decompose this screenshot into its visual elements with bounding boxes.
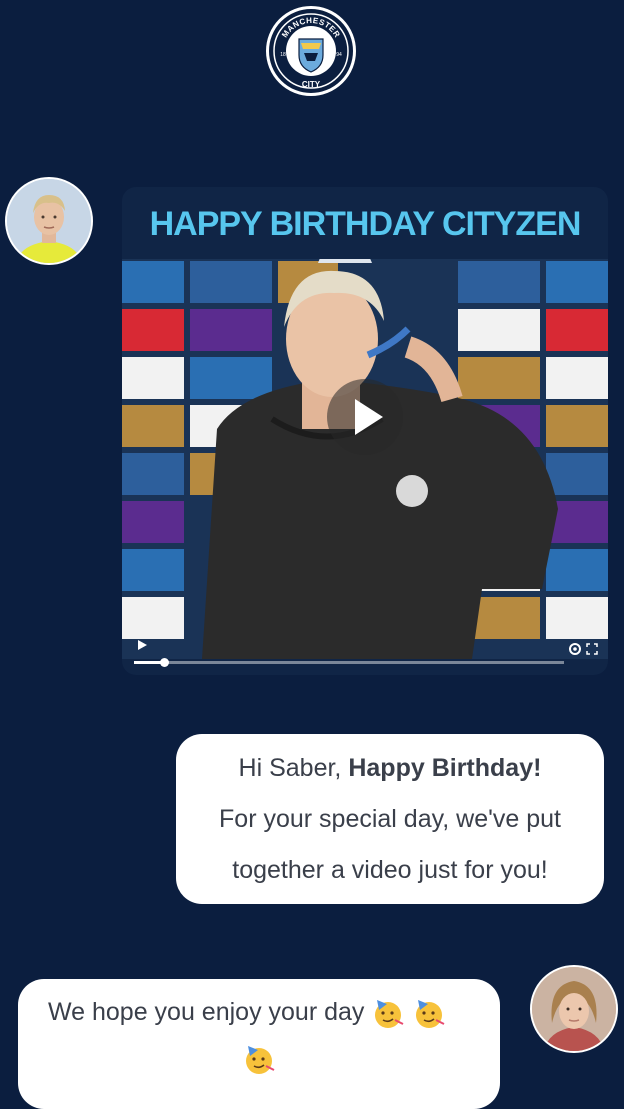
settings-icon[interactable]	[568, 642, 582, 656]
message-line-3: together a video just for you!	[232, 856, 548, 884]
club-crest-icon: MANCHESTER CITY 18 94	[273, 13, 349, 89]
club-crest-logo: MANCHESTER CITY 18 94	[266, 6, 356, 96]
player-portrait-image	[532, 967, 616, 1051]
crest-left-year: 18	[280, 52, 286, 58]
partying-face-emoji	[416, 1000, 445, 1029]
message-line-1: Hi Saber, Happy Birthday!	[176, 743, 604, 794]
partying-face-emoji	[246, 1046, 275, 1075]
player-portrait-image	[7, 179, 91, 263]
fullscreen-icon[interactable]	[586, 643, 598, 655]
birthday-video-player[interactable]: HAPPY BIRTHDAY CITYZEN	[122, 187, 608, 675]
sponsor-backdrop-image	[122, 259, 608, 659]
sender-avatar-player[interactable]	[5, 177, 93, 265]
video-headline: HAPPY BIRTHDAY CITYZEN	[149, 205, 582, 243]
message-emphasis: Happy Birthday!	[348, 754, 542, 782]
play-button[interactable]	[327, 379, 403, 455]
video-progress-handle[interactable]	[160, 658, 170, 667]
crest-bottom-text: CITY	[302, 80, 321, 89]
message-line-2: For your special day, we've put	[219, 805, 561, 833]
video-progress-bar[interactable]	[134, 658, 564, 667]
message-bubble-birthday: Hi Saber, Happy Birthday! For your speci…	[176, 734, 604, 904]
message-bubble-enjoy: We hope you enjoy your day	[18, 979, 500, 1109]
message-enjoy-text: We hope you enjoy your day	[48, 998, 365, 1026]
crest-right-year: 94	[336, 52, 342, 58]
sender-avatar-player-female[interactable]	[530, 965, 618, 1053]
play-small-icon[interactable]	[136, 639, 148, 651]
message-greeting: Hi Saber,	[238, 754, 342, 782]
partying-face-emoji	[375, 1000, 404, 1029]
play-icon	[355, 399, 383, 435]
